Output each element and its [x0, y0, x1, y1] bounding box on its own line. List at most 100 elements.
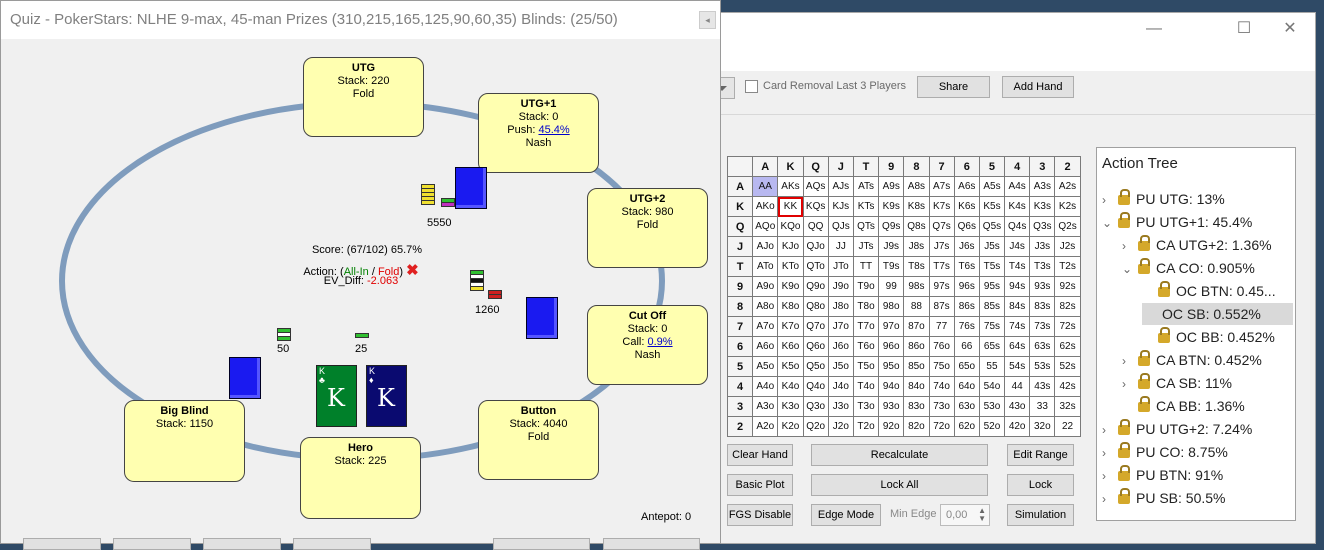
hand-cell[interactable]: 98s	[903, 276, 930, 297]
hand-cell[interactable]: A6s	[953, 176, 980, 197]
hand-cell[interactable]: 87s	[928, 296, 955, 317]
hand-cell[interactable]: J9s	[878, 236, 905, 257]
spinner-icon[interactable]: ▲ ▼	[978, 507, 986, 523]
hand-cell[interactable]: Q6o	[802, 336, 829, 357]
clear-hand-button[interactable]: Clear Hand	[727, 444, 793, 466]
hand-cell[interactable]: T8o	[852, 296, 880, 317]
hand-cell[interactable]: J2o	[827, 416, 854, 437]
hand-cell[interactable]: 62s	[1054, 336, 1081, 357]
add-hand-button[interactable]: Add Hand	[1002, 76, 1074, 98]
hand-cell[interactable]: 53o	[978, 396, 1006, 417]
quiz-bottom-button-2[interactable]	[113, 538, 191, 550]
hand-cell[interactable]: 98o	[878, 296, 905, 317]
hand-cell[interactable]: AJs	[827, 176, 854, 197]
quiz-bottom-button-3[interactable]	[203, 538, 281, 550]
hand-cell[interactable]: QTo	[802, 256, 829, 277]
share-button[interactable]: Share	[917, 76, 990, 98]
hand-cell[interactable]: AJo	[752, 236, 779, 257]
hand-cell[interactable]: 85s	[978, 296, 1006, 317]
hand-cell[interactable]: AQs	[802, 176, 829, 197]
minimize-button[interactable]: —	[1131, 17, 1177, 41]
action-tree-node[interactable]: ⌄ CA CO: 0.905%	[1122, 257, 1293, 279]
fgs-disable-button[interactable]: FGS Disable	[727, 504, 793, 526]
hand-cell[interactable]: 22	[1054, 416, 1081, 437]
hand-cell[interactable]: 83o	[903, 396, 930, 417]
hand-cell[interactable]: T5o	[852, 356, 880, 377]
chevron-down-icon[interactable]: ⌄	[1122, 258, 1138, 280]
hand-cell[interactable]: Q8o	[802, 296, 829, 317]
hand-cell[interactable]: QJs	[827, 216, 854, 237]
hand-cell[interactable]: 93s	[1029, 276, 1056, 297]
hand-cell[interactable]: T4s	[1004, 256, 1031, 277]
hand-cell[interactable]: Q3s	[1029, 216, 1056, 237]
hand-cell[interactable]: 84o	[903, 376, 930, 397]
hand-cell[interactable]: Q3o	[802, 396, 829, 417]
hand-cell[interactable]: J5o	[827, 356, 854, 377]
hand-cell[interactable]: Q4s	[1004, 216, 1031, 237]
hand-cell[interactable]: 96s	[953, 276, 980, 297]
action-tree-node[interactable]: OC SB: 0.552%	[1142, 303, 1293, 325]
hand-cell[interactable]: K5o	[777, 356, 804, 377]
hand-cell[interactable]: 74o	[928, 376, 955, 397]
chevron-right-icon[interactable]: ›	[1102, 189, 1118, 211]
hand-cell[interactable]: J9o	[827, 276, 854, 297]
hand-cell[interactable]: Q9o	[802, 276, 829, 297]
hand-cell[interactable]: 97o	[878, 316, 905, 337]
chevron-right-icon[interactable]: ›	[1102, 465, 1118, 487]
chevron-down-icon[interactable]: ⌄	[1102, 212, 1118, 234]
chevron-right-icon[interactable]: ›	[1122, 235, 1138, 257]
hand-cell[interactable]: 92o	[878, 416, 905, 437]
hand-cell[interactable]: 65s	[978, 336, 1006, 357]
hand-cell[interactable]: A8o	[752, 296, 779, 317]
hand-cell[interactable]: T9o	[852, 276, 880, 297]
hand-cell[interactable]: 95s	[978, 276, 1006, 297]
hand-cell[interactable]: 87o	[903, 316, 930, 337]
chevron-right-icon[interactable]: ›	[1122, 373, 1138, 395]
hand-cell[interactable]: K4o	[777, 376, 804, 397]
hand-cell[interactable]: K9s	[878, 196, 905, 217]
hand-cell[interactable]: KTs	[852, 196, 880, 217]
hand-cell[interactable]: 86o	[903, 336, 930, 357]
hand-cell[interactable]: 99	[878, 276, 905, 297]
hand-cell[interactable]: J7o	[827, 316, 854, 337]
hand-cell[interactable]: JTs	[852, 236, 880, 257]
chevron-right-icon[interactable]: ›	[1102, 488, 1118, 510]
hand-cell[interactable]: T7s	[928, 256, 955, 277]
hand-cell[interactable]: A8s	[903, 176, 930, 197]
hand-cell[interactable]: 44	[1004, 376, 1031, 397]
hand-cell[interactable]: J7s	[928, 236, 955, 257]
hand-cell[interactable]: 73o	[928, 396, 955, 417]
hand-cell[interactable]: 54s	[1004, 356, 1031, 377]
hand-cell[interactable]: QTs	[852, 216, 880, 237]
chevron-right-icon[interactable]: ›	[1102, 442, 1118, 464]
hand-cell[interactable]: K2s	[1054, 196, 1081, 217]
hand-cell[interactable]: J3s	[1029, 236, 1056, 257]
hand-cell[interactable]: ATo	[752, 256, 779, 277]
hand-cell[interactable]: AA	[752, 176, 779, 197]
hand-cell[interactable]: K2o	[777, 416, 804, 437]
hand-cell[interactable]: Q6s	[953, 216, 980, 237]
hand-cell[interactable]: 63o	[953, 396, 980, 417]
hand-cell[interactable]: J8o	[827, 296, 854, 317]
hand-cell[interactable]: A3s	[1029, 176, 1056, 197]
hand-cell[interactable]: 32o	[1029, 416, 1056, 437]
action-tree-node[interactable]: › CA BTN: 0.452%	[1122, 349, 1293, 371]
hand-cell[interactable]: A4o	[752, 376, 779, 397]
hand-cell[interactable]: T6o	[852, 336, 880, 357]
hand-cell[interactable]: 43o	[1004, 396, 1031, 417]
hand-cell[interactable]: J4s	[1004, 236, 1031, 257]
hand-cell[interactable]: A5s	[978, 176, 1006, 197]
hand-cell[interactable]: 55	[978, 356, 1006, 377]
hand-cell[interactable]: Q7o	[802, 316, 829, 337]
hand-cell[interactable]: 77	[928, 316, 955, 337]
hand-cell[interactable]: 92s	[1054, 276, 1081, 297]
hand-cell[interactable]: Q2o	[802, 416, 829, 437]
hand-cell[interactable]: T3s	[1029, 256, 1056, 277]
edit-range-button[interactable]: Edit Range	[1007, 444, 1074, 466]
lock-button[interactable]: Lock	[1007, 474, 1074, 496]
hand-cell[interactable]: A7s	[928, 176, 955, 197]
hand-cell[interactable]: A5o	[752, 356, 779, 377]
hand-cell[interactable]: Q5o	[802, 356, 829, 377]
action-tree-node[interactable]: › CA UTG+2: 1.36%	[1122, 234, 1293, 256]
hand-cell[interactable]: A3o	[752, 396, 779, 417]
